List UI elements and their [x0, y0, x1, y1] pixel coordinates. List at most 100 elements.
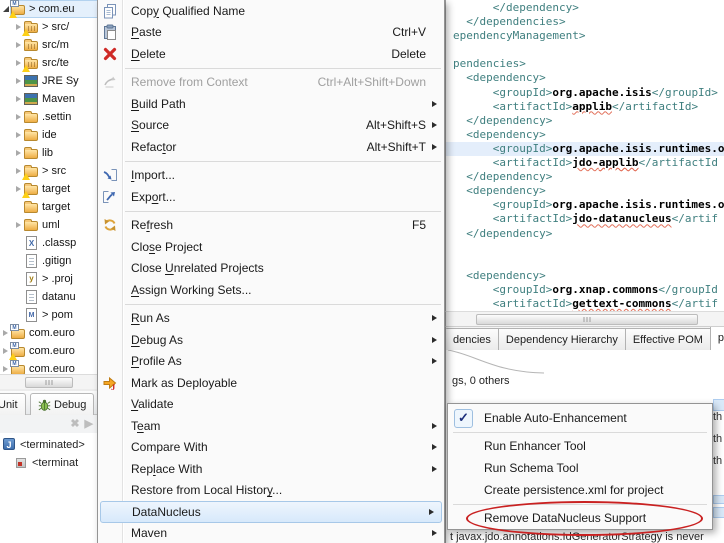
menu-item-close-unrelated-projects[interactable]: Close Unrelated Projects	[98, 258, 444, 280]
code-line[interactable]	[453, 241, 724, 255]
export-icon	[102, 189, 118, 205]
code-line[interactable]: </dependency>	[453, 170, 724, 184]
menu-item-refactor[interactable]: Refactor Alt+Shift+T	[98, 136, 444, 158]
menu-item-refresh[interactable]: Refresh F5	[98, 215, 444, 237]
menu-item-assign-working-sets[interactable]: Assign Working Sets...	[98, 279, 444, 301]
tree-item-pom[interactable]: > pom	[0, 306, 97, 324]
code-line[interactable]: </dependency>	[453, 1, 724, 15]
tree-item-project-2[interactable]: com.euro	[0, 324, 97, 342]
menu-item-restore-from-local-history[interactable]: Restore from Local History...	[98, 480, 444, 502]
menu-item-build-path[interactable]: Build Path	[98, 93, 444, 115]
tree-item-ide[interactable]: ide	[0, 126, 97, 144]
tree-item-src-folder[interactable]: > src	[0, 162, 97, 180]
tree-item-classpath[interactable]: .classp	[0, 234, 97, 252]
code-line[interactable]: <artifactId>jdo-applib</artifactId	[453, 156, 724, 170]
menu-item-profile-as[interactable]: Profile As	[98, 351, 444, 373]
tree-item-project-4[interactable]: com.euro	[0, 360, 97, 374]
code-line[interactable]: ependencyManagement>	[453, 29, 724, 43]
menu-item-label: Mark as Deployable	[131, 376, 237, 390]
code-line[interactable]	[453, 43, 724, 57]
menu-item-export[interactable]: Export...	[98, 186, 444, 208]
code-line[interactable]: <dependency>	[453, 71, 724, 85]
menu-item-import[interactable]: Import...	[98, 165, 444, 187]
code-line[interactable]: <groupId>org.apache.isis</groupId>	[453, 86, 724, 100]
package-explorer-hscrollbar[interactable]	[0, 374, 97, 389]
code-line[interactable]	[453, 255, 724, 269]
code-line[interactable]: pendencies>	[453, 57, 724, 71]
code-line[interactable]: <artifactId>applib</artifactId>	[453, 100, 724, 114]
tree-item-target[interactable]: target	[0, 180, 97, 198]
code-line[interactable]: <artifactId>gettext-commons</artif	[453, 297, 724, 311]
menu-item-maven[interactable]: Maven	[98, 523, 444, 543]
menu-item-datanucleus[interactable]: DataNucleus	[100, 501, 442, 523]
expander-collapsed-icon[interactable]	[13, 111, 24, 123]
menu-item-close-project[interactable]: Close Project	[98, 236, 444, 258]
code-line[interactable]: <groupId>org.apache.isis.runtimes.o	[453, 198, 724, 212]
expander-collapsed-icon[interactable]	[13, 219, 24, 231]
tab-debug[interactable]: Debug	[30, 393, 94, 415]
tree-item-settings[interactable]: .settin	[0, 108, 97, 126]
tree-item-uml[interactable]: uml	[0, 216, 97, 234]
scrollbar-thumb[interactable]	[476, 314, 698, 325]
tab-junit[interactable]: Unit	[0, 393, 26, 415]
expander-collapsed-icon[interactable]	[13, 93, 24, 105]
code-line[interactable]: <groupId>org.xnap.commons</groupId	[453, 283, 724, 297]
tree-item-lib[interactable]: lib	[0, 144, 97, 162]
code-line[interactable]: <dependency>	[453, 184, 724, 198]
scrollbar-thumb[interactable]	[25, 377, 73, 388]
menu-item-validate[interactable]: Validate	[98, 394, 444, 416]
tree-item-src-main[interactable]: src/m	[0, 36, 97, 54]
code-line[interactable]: <dependency>	[453, 128, 724, 142]
resume-icon[interactable]: ▶	[85, 419, 93, 430]
submenu-item-create-persistence-xml[interactable]: Create persistence.xml for project	[448, 479, 712, 501]
tree-item-gitignore[interactable]: .gitign	[0, 252, 97, 270]
menu-item-team[interactable]: Team	[98, 415, 444, 437]
submenu-item-remove-datanucleus-support[interactable]: Remove DataNucleus Support	[448, 507, 712, 529]
tree-item-project-file[interactable]: > .proj	[0, 270, 97, 288]
menu-item-compare-with[interactable]: Compare With	[98, 437, 444, 459]
tab-pom-xml[interactable]: po	[710, 326, 724, 350]
menu-item-run-as[interactable]: Run As	[98, 308, 444, 330]
expander-collapsed-icon[interactable]	[13, 129, 24, 141]
pom-xml-editor[interactable]: </dependency> </dependencies> ependencyM…	[445, 0, 724, 311]
tree-item-src[interactable]: > src/	[0, 18, 97, 36]
menu-item-remove-from-context[interactable]: Remove from Context Ctrl+Alt+Shift+Down	[98, 72, 444, 94]
submenu-item-enable-auto-enhancement[interactable]: ✓ Enable Auto-Enhancement	[448, 407, 712, 429]
code-line[interactable]: </dependency>	[453, 227, 724, 241]
menu-item-replace-with[interactable]: Replace With	[98, 458, 444, 480]
tree-item-maven-dependencies[interactable]: Maven	[0, 90, 97, 108]
code-line[interactable]: </dependencies>	[453, 15, 724, 29]
tab-dependency-hierarchy[interactable]: Dependency Hierarchy	[498, 328, 626, 350]
datanucleus-submenu: ✓ Enable Auto-Enhancement Run Enhancer T…	[447, 403, 713, 530]
menu-item-source[interactable]: Source Alt+Shift+S	[98, 115, 444, 137]
tree-item-project-3[interactable]: com.euro	[0, 342, 97, 360]
tree-item-jre-library[interactable]: JRE Sy	[0, 72, 97, 90]
editor-hscrollbar[interactable]	[445, 311, 724, 326]
debug-launch-row[interactable]: <terminated>	[0, 436, 97, 454]
expander-collapsed-icon[interactable]	[13, 39, 24, 51]
code-line[interactable]: </dependency>	[453, 114, 724, 128]
menu-item-mark-as-deployable[interactable]: J Mark as Deployable	[98, 372, 444, 394]
tree-item-label: uml	[42, 219, 60, 231]
submenu-item-run-schema-tool[interactable]: Run Schema Tool	[448, 457, 712, 479]
expander-collapsed-icon[interactable]	[13, 147, 24, 159]
submenu-item-run-enhancer-tool[interactable]: Run Enhancer Tool	[448, 435, 712, 457]
expander-collapsed-icon[interactable]	[13, 75, 24, 87]
menu-item-debug-as[interactable]: Debug As	[98, 329, 444, 351]
tree-item-target-2[interactable]: target	[0, 198, 97, 216]
tree-item-project-root[interactable]: > com.eu	[0, 0, 97, 18]
tree-item-src-test[interactable]: src/te	[0, 54, 97, 72]
code-line[interactable]: <artifactId>jdo-datanucleus</artif	[453, 212, 724, 226]
code-line[interactable]: <dependency>	[453, 269, 724, 283]
package-explorer-tree: > com.eu > src/ src/m src/te JRE Sy Mave…	[0, 0, 97, 374]
code-line-current[interactable]: <groupId>org.apache.isis.runtimes.o	[446, 142, 724, 156]
tree-item-label: com.euro	[29, 327, 75, 339]
debug-process-row[interactable]: <terminat	[0, 454, 97, 472]
menu-item-paste[interactable]: Paste Ctrl+V	[98, 22, 444, 44]
menu-item-copy-qualified-name[interactable]: Copy Qualified Name	[98, 0, 444, 22]
remove-terminated-icon[interactable]: ✖	[70, 419, 79, 430]
menu-item-delete[interactable]: Delete Delete	[98, 43, 444, 65]
tree-item-datanucleus-file[interactable]: datanu	[0, 288, 97, 306]
tab-effective-pom[interactable]: Effective POM	[625, 328, 711, 350]
tab-dependencies[interactable]: dencies	[446, 328, 499, 350]
